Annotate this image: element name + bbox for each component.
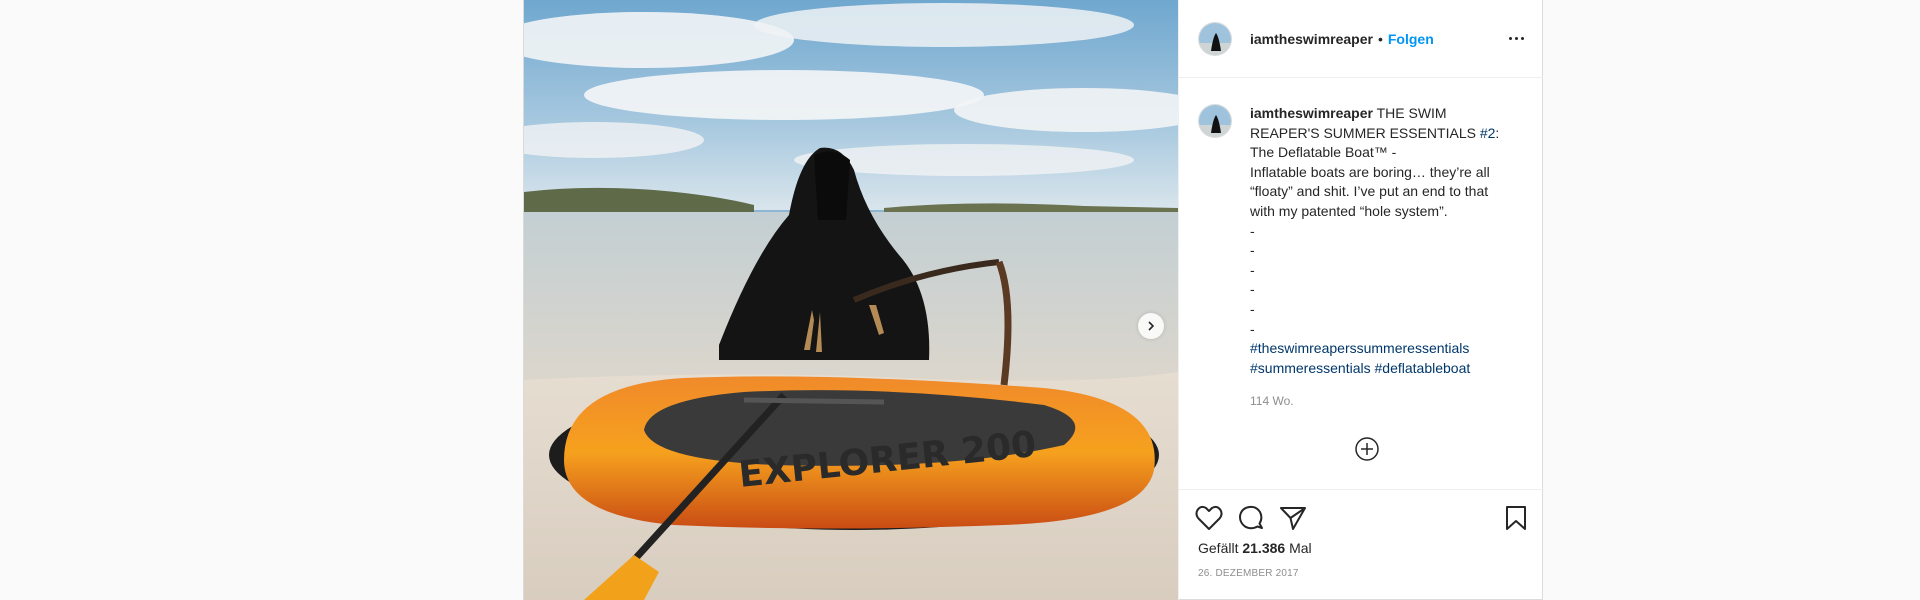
comments-section: iamtheswimreaper THE SWIM REAPER'S SUMME…: [1179, 78, 1544, 489]
caption-dash: -: [1250, 222, 1255, 239]
paper-plane-icon: [1280, 507, 1306, 530]
like-button[interactable]: [1195, 505, 1223, 531]
likes-suffix: Mal: [1289, 540, 1312, 556]
comment-icon: [1239, 505, 1263, 530]
load-more-comments-button[interactable]: [1354, 436, 1380, 462]
caption-dash: -: [1250, 261, 1255, 278]
share-button[interactable]: [1279, 505, 1307, 531]
post-photo[interactable]: EXPLORER 200: [524, 0, 1178, 600]
heart-icon: [1195, 505, 1223, 530]
comment-timestamp[interactable]: 114 Wo.: [1250, 392, 1510, 412]
header-username[interactable]: iamtheswimreaper: [1250, 31, 1373, 47]
caption-dash: -: [1250, 242, 1255, 259]
caption-avatar[interactable]: [1198, 104, 1232, 138]
caption-hashtag-number[interactable]: #2: [1480, 125, 1496, 141]
hashtag-link[interactable]: #summeressentials: [1250, 360, 1371, 376]
post-sidebar: iamtheswimreaper • Folgen iamtheswimreap…: [1178, 0, 1544, 600]
post-card: EXPLORER 200 iamtheswimreaper • Folgen i…: [523, 0, 1544, 600]
comment-button[interactable]: [1237, 504, 1265, 532]
more-options-icon[interactable]: [1509, 37, 1524, 40]
follow-button[interactable]: Folgen: [1388, 31, 1434, 47]
post-image: EXPLORER 200: [524, 0, 1178, 600]
caption-dash: -: [1250, 300, 1255, 317]
chevron-right-icon: [1148, 321, 1155, 331]
caption-dash: -: [1250, 320, 1255, 337]
post-date[interactable]: 26. Dezember 2017: [1179, 556, 1544, 579]
next-photo-button[interactable]: [1138, 313, 1164, 339]
plus-circle-icon: [1355, 437, 1379, 461]
save-button[interactable]: [1504, 505, 1528, 531]
hashtag-link[interactable]: #deflatableboat: [1375, 360, 1471, 376]
hashtag-link[interactable]: #theswimreaperssummeressentials: [1250, 339, 1510, 359]
caption-dash: -: [1250, 281, 1255, 298]
avatar-image: [1199, 105, 1231, 137]
post-header: iamtheswimreaper • Folgen: [1179, 0, 1543, 78]
post-caption: iamtheswimreaper THE SWIM REAPER'S SUMME…: [1250, 104, 1510, 412]
action-bar: Gefällt 21.386 Mal 26. Dezember 2017: [1179, 489, 1544, 600]
avatar-image: [1199, 22, 1231, 55]
action-icons: [1179, 490, 1544, 536]
likes-number: 21.386: [1242, 540, 1286, 556]
caption-username[interactable]: iamtheswimreaper: [1250, 105, 1373, 121]
caption-row: iamtheswimreaper THE SWIM REAPER'S SUMME…: [1179, 78, 1544, 412]
caption-body: Inflatable boats are boring… they’re all…: [1250, 163, 1490, 219]
likes-count[interactable]: Gefällt 21.386 Mal: [1179, 536, 1544, 556]
separator-dot: •: [1377, 30, 1383, 47]
bookmark-icon: [1506, 506, 1526, 530]
avatar[interactable]: [1198, 21, 1232, 56]
likes-prefix: Gefällt: [1198, 540, 1239, 556]
